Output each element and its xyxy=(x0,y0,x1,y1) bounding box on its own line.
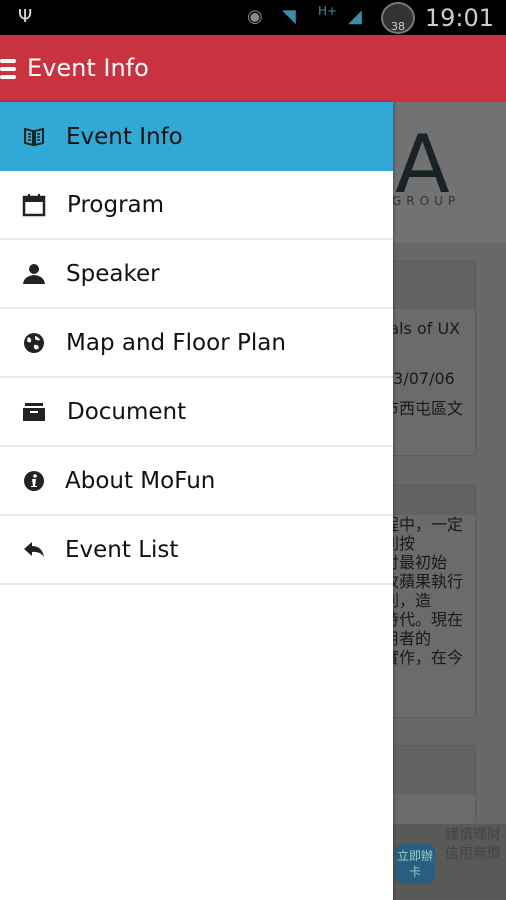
ad-button[interactable]: 立即辦卡 xyxy=(395,844,435,884)
archive-icon xyxy=(22,400,46,424)
drawer-item-document[interactable]: Document xyxy=(0,378,393,447)
drawer-item-speaker[interactable]: Speaker xyxy=(0,240,393,309)
ad-banner[interactable]: 立即辦卡 謹慎理財 信用無價 xyxy=(393,824,506,900)
status-bar: Ψ ◉ ◥ H+ ◢ 38 19:01 xyxy=(0,0,506,35)
calendar-icon xyxy=(22,193,46,217)
globe-icon xyxy=(22,331,46,355)
info-icon xyxy=(22,469,46,493)
drawer-item-event-list[interactable]: Event List xyxy=(0,516,393,585)
clock: 19:01 xyxy=(424,4,494,32)
drawer-item-map[interactable]: Map and Floor Plan xyxy=(0,309,393,378)
drawer-item-about[interactable]: About MoFun xyxy=(0,447,393,516)
usb-icon: Ψ xyxy=(18,6,33,27)
page-title[interactable]: Event Info xyxy=(27,54,149,82)
book-icon xyxy=(22,125,46,149)
network-h-plus-icon: H+ xyxy=(318,4,338,18)
eye-icon: ◉ xyxy=(247,6,263,27)
drawer-item-event-info[interactable]: Event Info xyxy=(0,102,393,171)
person-icon xyxy=(22,262,46,286)
battery-gauge-icon: 38 xyxy=(381,2,415,34)
reply-arrow-icon xyxy=(22,538,46,562)
hamburger-menu-icon[interactable] xyxy=(0,59,16,79)
navigation-drawer: Event Info Program Speaker Map and Floor… xyxy=(0,102,393,900)
mute-icon: ◥ xyxy=(282,6,296,27)
app-bar: Event Info xyxy=(0,35,506,102)
signal-icon: ◢ xyxy=(348,6,362,27)
drawer-item-program[interactable]: Program xyxy=(0,171,393,240)
